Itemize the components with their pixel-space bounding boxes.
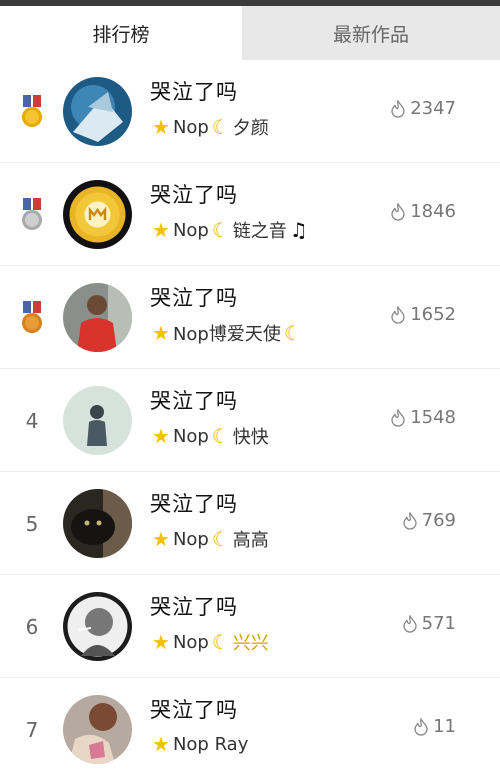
list-item[interactable]: 哭泣了吗 ★ Nop ☾ 夕颜 2347 [0, 60, 500, 163]
star-icon: ★ [152, 424, 170, 448]
flame-icon [414, 717, 428, 736]
silver-medal-icon [22, 198, 42, 230]
author-line: ★ Nop ☾ 高高 [152, 526, 269, 552]
flame-icon [391, 202, 405, 221]
author-name: Nop博爱天使 [172, 324, 281, 345]
list-item[interactable]: 哭泣了吗 ★ Nop博爱天使 ☾ 1652 [0, 266, 500, 369]
avatar[interactable] [63, 489, 132, 558]
rank-number: 5 [25, 512, 39, 536]
play-count-value: 11 [433, 716, 456, 737]
song-title[interactable]: 哭泣了吗 [150, 76, 238, 106]
list-item[interactable]: 7 哭泣了吗 ★ Nop Ray 11 [0, 678, 500, 779]
play-count: 1548 [390, 407, 456, 428]
list-item[interactable]: 5 哭泣了吗 ★ Nop ☾ 高高 769 [0, 472, 500, 575]
author-suffix: 夕颜 [232, 118, 269, 139]
author-name: Nop [172, 631, 209, 653]
song-title[interactable]: 哭泣了吗 [150, 385, 238, 415]
list-item[interactable]: 4 哭泣了吗 ★ Nop ☾ 快快 1548 [0, 369, 500, 472]
crescent-moon-icon: ☾ [283, 321, 302, 345]
rank-number: 4 [25, 409, 39, 433]
avatar[interactable] [63, 180, 132, 249]
author-name: Nop [172, 219, 209, 241]
crescent-moon-icon: ☾ [211, 630, 230, 654]
flame-icon [391, 305, 405, 324]
avatar[interactable] [63, 592, 132, 661]
song-title[interactable]: 哭泣了吗 [150, 591, 238, 621]
author-line: ★ Nop ☾ 兴兴 [152, 629, 269, 655]
song-title[interactable]: 哭泣了吗 [150, 694, 238, 724]
author-line: ★ Nop ☾ 快快 [152, 423, 269, 449]
author-name: Nop Ray [172, 733, 249, 755]
avatar[interactable] [63, 77, 132, 146]
author-line: ★ Nop Ray [152, 732, 248, 756]
play-count: 1652 [390, 304, 456, 325]
crescent-moon-icon: ☾ [211, 115, 230, 139]
tab-bar: 排行榜 最新作品 [0, 6, 500, 60]
song-title[interactable]: 哭泣了吗 [150, 282, 238, 312]
author-line: ★ Nop ☾ 夕颜 [152, 114, 269, 140]
crescent-moon-icon: ☾ [211, 218, 230, 242]
play-count: 1846 [390, 201, 456, 222]
list-item[interactable]: 6 哭泣了吗 ★ Nop ☾ 兴兴 571 [0, 575, 500, 678]
avatar[interactable] [63, 695, 132, 764]
play-count: 571 [402, 613, 456, 634]
crescent-moon-icon: ☾ [211, 424, 230, 448]
author-suffix: 快快 [232, 427, 269, 448]
tab-latest-works[interactable]: 最新作品 [242, 6, 500, 60]
flame-icon [402, 614, 417, 633]
song-title[interactable]: 哭泣了吗 [150, 179, 238, 209]
list-item[interactable]: 哭泣了吗 ★ Nop ☾ 链之音 ♫ 1846 [0, 163, 500, 266]
avatar[interactable] [63, 386, 132, 455]
gold-medal-icon [22, 95, 42, 127]
play-count: 769 [402, 510, 456, 531]
flame-icon [402, 511, 417, 530]
star-icon: ★ [152, 115, 170, 139]
flame-icon [391, 408, 405, 427]
author-name: Nop [172, 425, 209, 447]
play-count-value: 1548 [410, 407, 456, 428]
flame-icon [391, 99, 405, 118]
song-title[interactable]: 哭泣了吗 [150, 488, 238, 518]
play-count-value: 2347 [410, 98, 456, 119]
rank-medal-bronze [14, 298, 50, 338]
tab-ranking[interactable]: 排行榜 [0, 6, 242, 60]
author-suffix: 兴兴 [232, 633, 269, 654]
star-icon: ★ [152, 321, 170, 345]
rank-number: 6 [25, 615, 39, 639]
star-icon: ★ [152, 527, 170, 551]
author-suffix: 高高 [232, 530, 269, 551]
play-count-value: 1846 [410, 201, 456, 222]
avatar[interactable] [63, 283, 132, 352]
play-count-value: 571 [421, 613, 456, 634]
rank-number: 7 [25, 718, 39, 742]
star-icon: ★ [152, 630, 170, 654]
play-count: 11 [413, 716, 456, 737]
music-note-icon: ♫ [289, 218, 308, 242]
star-icon: ★ [152, 218, 170, 242]
bronze-medal-icon [22, 301, 42, 333]
play-count-value: 1652 [410, 304, 456, 325]
crescent-moon-icon: ☾ [211, 527, 230, 551]
author-line: ★ Nop ☾ 链之音 ♫ [152, 217, 308, 243]
ranking-list: 哭泣了吗 ★ Nop ☾ 夕颜 2347 哭泣了吗 ★ Nop ☾ 链之音 ♫ … [0, 60, 500, 779]
star-icon: ★ [152, 732, 170, 756]
play-count-value: 769 [421, 510, 456, 531]
author-name: Nop [172, 116, 209, 138]
author-suffix: 链之音 [232, 221, 287, 242]
rank-medal-silver [14, 195, 50, 235]
author-name: Nop [172, 528, 209, 550]
play-count: 2347 [390, 98, 456, 119]
rank-medal-gold [14, 92, 50, 132]
author-line: ★ Nop博爱天使 ☾ [152, 320, 302, 346]
